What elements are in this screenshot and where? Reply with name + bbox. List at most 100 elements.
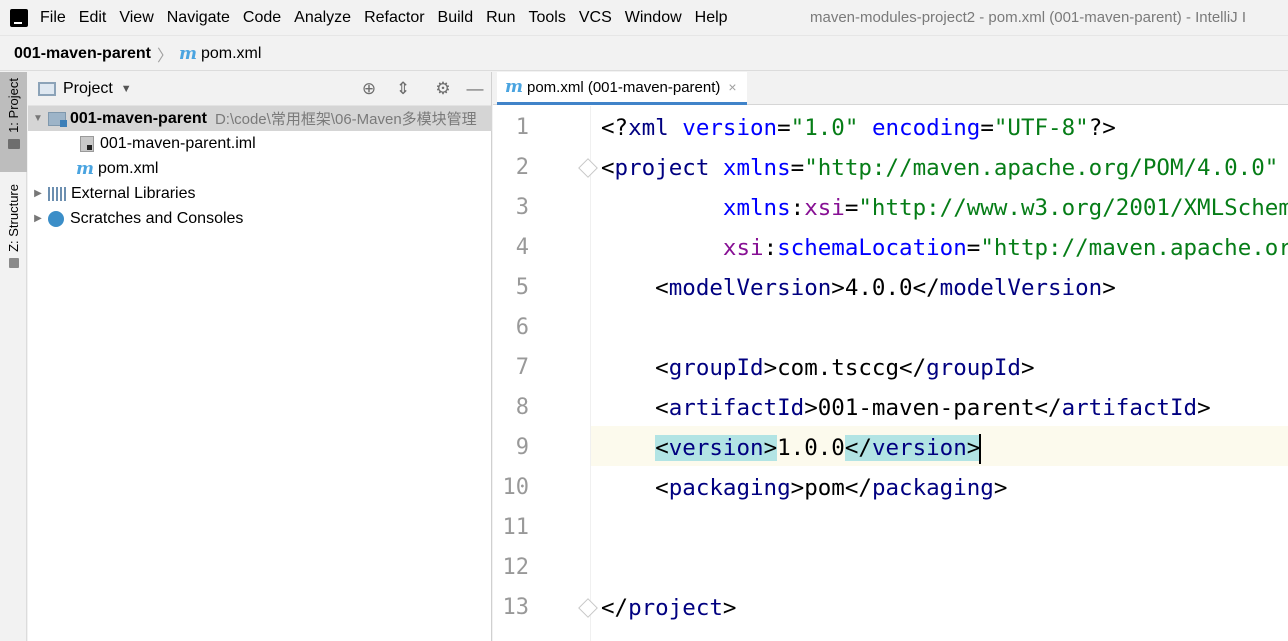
menu-vcs[interactable]: VCS — [579, 9, 612, 27]
code-token: <? — [601, 115, 629, 141]
code-line: <modelVersion>4.0.0</modelVersion> — [601, 268, 1116, 308]
code-line: </project> — [601, 588, 736, 628]
chevron-down-icon[interactable]: ▼ — [121, 83, 132, 95]
code-token: < — [601, 275, 669, 301]
code-token: xmlns — [722, 195, 791, 221]
ide-window: File Edit View Navigate Code Analyze Ref… — [0, 0, 1288, 641]
code-token: groupId — [668, 355, 764, 381]
menu-file[interactable]: File — [40, 9, 66, 27]
menu-edit[interactable]: Edit — [79, 9, 107, 27]
code-token: >pom</ — [790, 475, 872, 501]
project-view-icon — [38, 81, 56, 96]
tree-item-iml[interactable]: 001-maven-parent.iml — [28, 131, 492, 156]
line-number: 1 — [515, 115, 529, 140]
menu-build[interactable]: Build — [438, 9, 474, 27]
code-token: </ — [601, 595, 629, 621]
tree-item-external-libraries[interactable]: ▶ External Libraries — [28, 181, 492, 206]
code-token: version — [668, 435, 764, 461]
menu-code[interactable]: Code — [243, 9, 281, 27]
hide-panel-icon[interactable]: — — [466, 80, 484, 98]
line-number: 12 — [502, 555, 530, 580]
code-token: > — [966, 435, 981, 461]
menu-window[interactable]: Window — [625, 9, 682, 27]
code-token: < — [601, 155, 615, 181]
line-number: 6 — [515, 315, 529, 340]
code-token: schemaLocation — [777, 235, 967, 261]
code-token: "http://maven.apache.org/POM/4.0.0" — [980, 235, 1288, 261]
menu-refactor[interactable]: Refactor — [364, 9, 424, 27]
tree-item-path: D:\code\常用框架\06-Maven多模块管理 — [214, 111, 477, 128]
code-token: xml — [628, 115, 683, 141]
code-token: xsi — [804, 195, 845, 221]
code-token: project — [628, 595, 723, 621]
code-token: < — [601, 355, 669, 381]
line-number: 8 — [515, 395, 529, 420]
menu-tools[interactable]: Tools — [528, 9, 565, 27]
locate-icon[interactable]: ⊕ — [360, 80, 378, 98]
code-token: = — [966, 235, 981, 261]
project-view-selector[interactable]: Project — [63, 80, 113, 98]
iml-file-icon — [80, 135, 94, 152]
chevron-right-icon[interactable]: ▶ — [32, 188, 44, 199]
breadcrumb-project[interactable]: 001-maven-parent — [14, 45, 151, 63]
code-token: modelVersion — [668, 275, 832, 301]
tab-pom-xml[interactable]: m pom.xml (001-maven-parent) × — [497, 72, 747, 105]
close-icon[interactable]: × — [728, 79, 736, 95]
code-token: < — [655, 435, 669, 461]
menu-navigate[interactable]: Navigate — [167, 9, 230, 27]
code-line: xmlns:xsi="http://www.w3.org/2001/XMLSch… — [601, 188, 1288, 228]
menu-analyze[interactable]: Analyze — [294, 9, 351, 27]
tree-item-scratches[interactable]: ▶ Scratches and Consoles — [28, 206, 492, 231]
tab-label: pom.xml (001-maven-parent) — [527, 78, 721, 96]
code-token: : — [763, 235, 778, 261]
code-token: >4.0.0</ — [831, 275, 940, 301]
tool-tab-project-label: 1: Project — [6, 78, 21, 133]
folder-icon — [7, 138, 20, 149]
line-number: 3 — [515, 195, 529, 220]
code-token: > — [1020, 355, 1035, 381]
chevron-right-icon[interactable]: ▶ — [32, 213, 44, 224]
code-token: artifactId — [668, 395, 805, 421]
tree-item-module[interactable]: ▼ 001-maven-parent D:\code\常用框架\06-Maven… — [28, 106, 492, 131]
project-panel: Project ▼ ⊕ ⇕ ⚙ — ▼ 001-maven-parent D:\… — [28, 72, 492, 641]
code-line: <groupId>com.tsccg</groupId> — [601, 348, 1035, 388]
code-token: version — [871, 435, 967, 461]
code-token: : — [790, 195, 805, 221]
line-number: 4 — [515, 235, 529, 260]
code-token: < — [601, 395, 669, 421]
menu-run[interactable]: Run — [486, 9, 515, 27]
code-token: xsi — [722, 235, 764, 261]
tree-item-label: 001-maven-parent — [70, 109, 207, 127]
tree-item-pom[interactable]: m pom.xml — [28, 156, 492, 181]
scratches-icon — [48, 210, 64, 227]
code-token: project — [614, 155, 723, 181]
menu-help[interactable]: Help — [695, 9, 728, 27]
libraries-icon — [48, 186, 66, 201]
tree-item-label: Scratches and Consoles — [70, 209, 244, 227]
editor-area: m pom.xml (001-maven-parent) × 123456789… — [493, 72, 1288, 641]
code-token: "UTF-8" — [993, 115, 1089, 141]
line-number: 7 — [515, 355, 529, 380]
code-token: >001-maven-parent</ — [804, 395, 1062, 421]
code-token: modelVersion — [939, 275, 1103, 301]
code-line: <artifactId>001-maven-parent</artifactId… — [601, 388, 1210, 428]
tool-tab-structure[interactable]: Z: Structure — [0, 184, 27, 284]
menu-view[interactable]: View — [119, 9, 153, 27]
line-number: 5 — [515, 275, 529, 300]
code-token: groupId — [926, 355, 1021, 381]
code-token: < — [601, 475, 669, 501]
module-folder-icon — [48, 111, 67, 127]
collapse-all-icon[interactable]: ⇕ — [394, 80, 412, 98]
code-editor[interactable]: <?xml version="1.0" encoding="UTF-8"?> <p… — [591, 106, 1288, 641]
chevron-down-icon[interactable]: ▼ — [32, 113, 44, 124]
code-token: 1.0.0 — [777, 435, 845, 461]
tool-tab-project[interactable]: 1: Project — [0, 72, 27, 172]
breadcrumb-file[interactable]: pom.xml — [201, 45, 261, 63]
gear-icon[interactable]: ⚙ — [434, 80, 452, 98]
code-line: <version>1.0.0</version> — [601, 428, 982, 468]
code-token: > — [1102, 275, 1116, 301]
code-token: = — [790, 155, 805, 181]
